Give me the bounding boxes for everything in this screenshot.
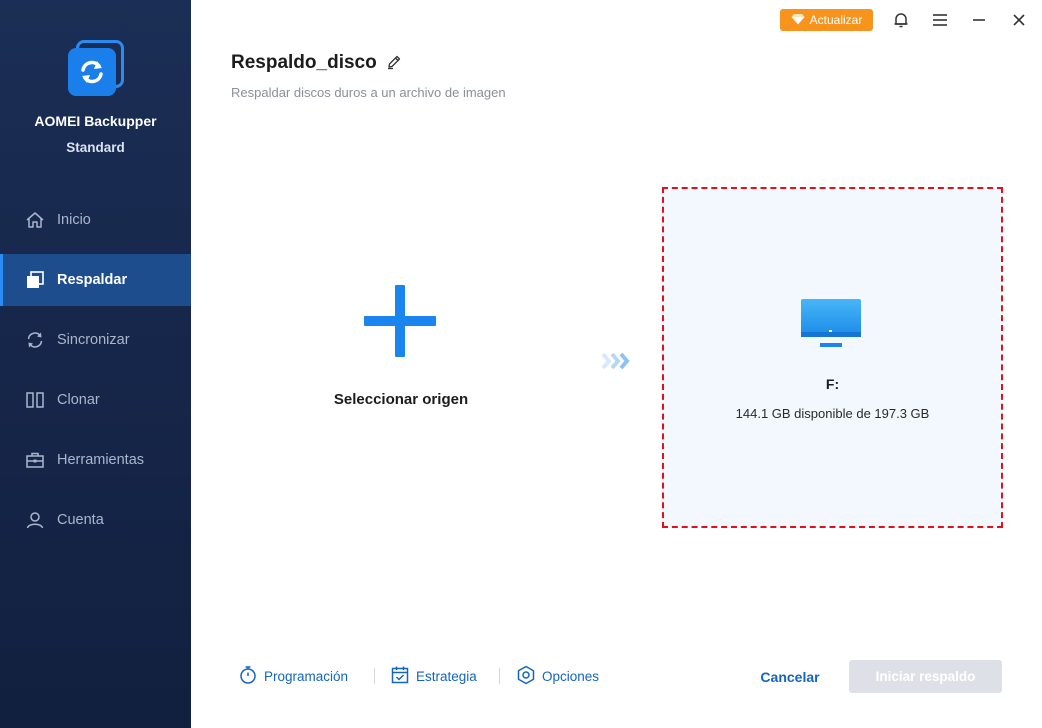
cancel-button[interactable]: Cancelar <box>748 661 832 693</box>
sidebar-item-sincronizar[interactable]: Sincronizar <box>0 314 191 366</box>
sync-icon <box>25 330 45 350</box>
monitor-icon <box>800 298 862 348</box>
app-edition: Standard <box>66 140 125 155</box>
sidebar-item-label: Respaldar <box>57 272 128 288</box>
page-title: Respaldo_disco <box>231 52 377 73</box>
calendar-check-icon <box>390 665 410 688</box>
add-source-icon[interactable] <box>362 283 438 359</box>
close-icon[interactable] <box>1008 9 1030 31</box>
sidebar-item-label: Sincronizar <box>57 332 130 348</box>
upgrade-button[interactable]: Actualizar <box>780 9 873 31</box>
destination-panel[interactable] <box>662 187 1003 528</box>
footer-divider <box>499 668 500 684</box>
sidebar: AOMEI Backupper Standard Inicio Respalda… <box>0 0 191 728</box>
upgrade-label: Actualizar <box>809 13 863 27</box>
sidebar-item-label: Clonar <box>57 392 100 408</box>
sidebar-item-respaldar[interactable]: Respaldar <box>0 254 191 306</box>
menu-icon[interactable] <box>929 9 951 31</box>
scheme-link[interactable]: Estrategia <box>390 665 477 687</box>
sidebar-item-label: Herramientas <box>57 452 145 468</box>
sidebar-item-inicio[interactable]: Inicio <box>0 194 191 246</box>
user-icon <box>25 510 45 530</box>
stopwatch-icon <box>238 665 258 688</box>
start-backup-button[interactable]: Iniciar respaldo <box>849 660 1002 693</box>
schedule-label: Programación <box>264 668 349 684</box>
sidebar-item-label: Inicio <box>57 212 91 228</box>
clone-icon <box>25 390 45 410</box>
bell-icon[interactable] <box>890 9 912 31</box>
options-link[interactable]: Opciones <box>516 665 599 687</box>
edit-icon[interactable] <box>386 54 402 70</box>
app-name: AOMEI Backupper <box>34 113 157 129</box>
schedule-link[interactable]: Programación <box>238 665 348 687</box>
diamond-icon <box>791 13 805 28</box>
sidebar-item-clonar[interactable]: Clonar <box>0 374 191 426</box>
backup-icon <box>25 270 45 290</box>
destination-free-space: 144.1 GB disponible de 197.3 GB <box>735 406 930 421</box>
minimize-icon[interactable] <box>968 9 990 31</box>
sidebar-item-label: Cuenta <box>57 512 104 528</box>
home-icon <box>25 210 45 230</box>
toolbox-icon <box>25 450 45 470</box>
sidebar-item-cuenta[interactable]: Cuenta <box>0 494 191 546</box>
app-logo-icon <box>66 38 126 98</box>
direction-arrows-icon <box>601 351 635 371</box>
hex-gear-icon <box>516 665 536 688</box>
select-source-label[interactable]: Seleccionar origen <box>300 391 502 408</box>
options-label: Opciones <box>542 668 600 684</box>
destination-drive: F: <box>825 376 840 392</box>
footer-divider <box>374 668 375 684</box>
page-subtitle: Respaldar discos duros a un archivo de i… <box>231 85 506 100</box>
sidebar-item-herramientas[interactable]: Herramientas <box>0 434 191 486</box>
scheme-label: Estrategia <box>416 668 477 684</box>
